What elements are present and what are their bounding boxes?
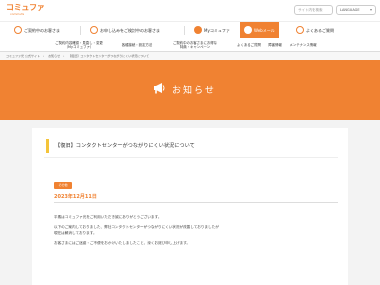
user-icon — [90, 26, 98, 34]
question-icon — [296, 26, 304, 34]
subnav-item-sublabel: （Myコミュファ） — [64, 45, 94, 50]
nav-item-label: Myコミュファ — [204, 28, 230, 33]
nav-item-mycommufa[interactable]: Myコミュファ — [194, 22, 230, 39]
date-divider — [54, 202, 338, 203]
post-paragraph: 現在は解消しております。 — [54, 231, 97, 235]
breadcrumb: コミュファ光 公式サイト › お知らせ › 【復旧】コンタクトセンターがつながりにく… — [0, 52, 380, 60]
nav-divider — [184, 26, 185, 35]
nav-item-prospective-customers[interactable]: お申し込みをご検討中のお客さま — [90, 22, 160, 39]
sub-nav: ご契約内容確認・見直し・変更 （Myコミュファ） 各種接続・設定方法 ご契約中の… — [0, 38, 380, 52]
subnav-item-label: よくあるご質問 — [237, 42, 261, 47]
subnav-item-maintenance[interactable]: メンテナンス情報 — [286, 38, 320, 52]
language-select[interactable]: LANGUAGE ▾ — [336, 5, 376, 15]
subnav-item-settings[interactable]: 各種接続・設定方法 — [116, 38, 158, 52]
subnav-item-faq[interactable]: よくあるご質問 — [234, 38, 264, 52]
page-hero: お知らせ — [0, 60, 380, 120]
breadcrumb-current: 【復旧】コンタクトセンターがつながりにくい状況について — [68, 54, 150, 58]
user-icon — [14, 26, 22, 34]
mail-icon — [244, 26, 252, 34]
post-title: 【復旧】コンタクトセンターがつながりにくい状況について — [46, 139, 338, 153]
nav-item-label: お申し込みをご検討中のお客さま — [100, 28, 160, 33]
commufa-logo[interactable]: コミュファ commufa — [6, 2, 46, 18]
nav-item-faq[interactable]: よくあるご質問 — [296, 22, 334, 39]
nav-divider — [80, 26, 81, 35]
nav-item-label: よくあるご質問 — [306, 28, 334, 33]
page-title: お知らせ — [172, 86, 216, 96]
breadcrumb-home-link[interactable]: コミュファ光 公式サイト — [6, 54, 40, 58]
subnav-item-contract[interactable]: ご契約内容確認・見直し・変更 （Myコミュファ） — [44, 38, 114, 52]
post-paragraph: お客さまにはご迷惑・ご不便をおかけいたしましたこと、深くお詫び申し上げます。 — [54, 241, 191, 245]
subnav-item-label: メンテナンス情報 — [289, 42, 317, 47]
logo-subtext: commufa — [10, 12, 25, 16]
post-date: 2023年12月11日 — [54, 194, 97, 200]
subnav-item-campaigns[interactable]: ご契約中のお客さまにお得な 特典・キャンペーン — [160, 38, 230, 52]
language-label: LANGUAGE — [340, 8, 360, 12]
chevron-down-icon: ▾ — [369, 7, 372, 12]
site-search-input[interactable]: サイト内を検索 — [294, 5, 333, 15]
subnav-item-label: 障害情報 — [268, 42, 282, 47]
main-nav: ご契約中のお客さま お申し込みをご検討中のお客さま Myコミュファ Webメール… — [0, 21, 380, 39]
post-paragraph: 平素はコミュファ光をご利用いただき誠にありがとうございます。 — [54, 215, 162, 219]
breadcrumb-news-link[interactable]: お知らせ — [48, 54, 60, 58]
megaphone-icon — [154, 83, 165, 94]
subnav-item-sublabel: 特典・キャンペーン — [179, 45, 211, 50]
category-badge: その他 — [54, 182, 72, 189]
site-header: コミュファ commufa サイト内を検索 LANGUAGE ▾ — [0, 0, 380, 20]
subnav-item-label: 各種接続・設定方法 — [121, 42, 153, 47]
title-divider — [44, 157, 338, 158]
nav-item-webmail[interactable]: Webメール — [240, 22, 279, 39]
nav-item-label: ご契約中のお客さま — [24, 28, 60, 33]
nav-item-label: Webメール — [254, 28, 275, 33]
mycommufa-icon — [194, 26, 202, 34]
subnav-item-outage[interactable]: 障害情報 — [266, 38, 284, 52]
post-paragraph: 以下のご案内しておりました、弊社コンタクトセンターがつながりにくい状況が改善して… — [54, 225, 219, 229]
nav-item-current-customers[interactable]: ご契約中のお客さま — [14, 22, 60, 39]
